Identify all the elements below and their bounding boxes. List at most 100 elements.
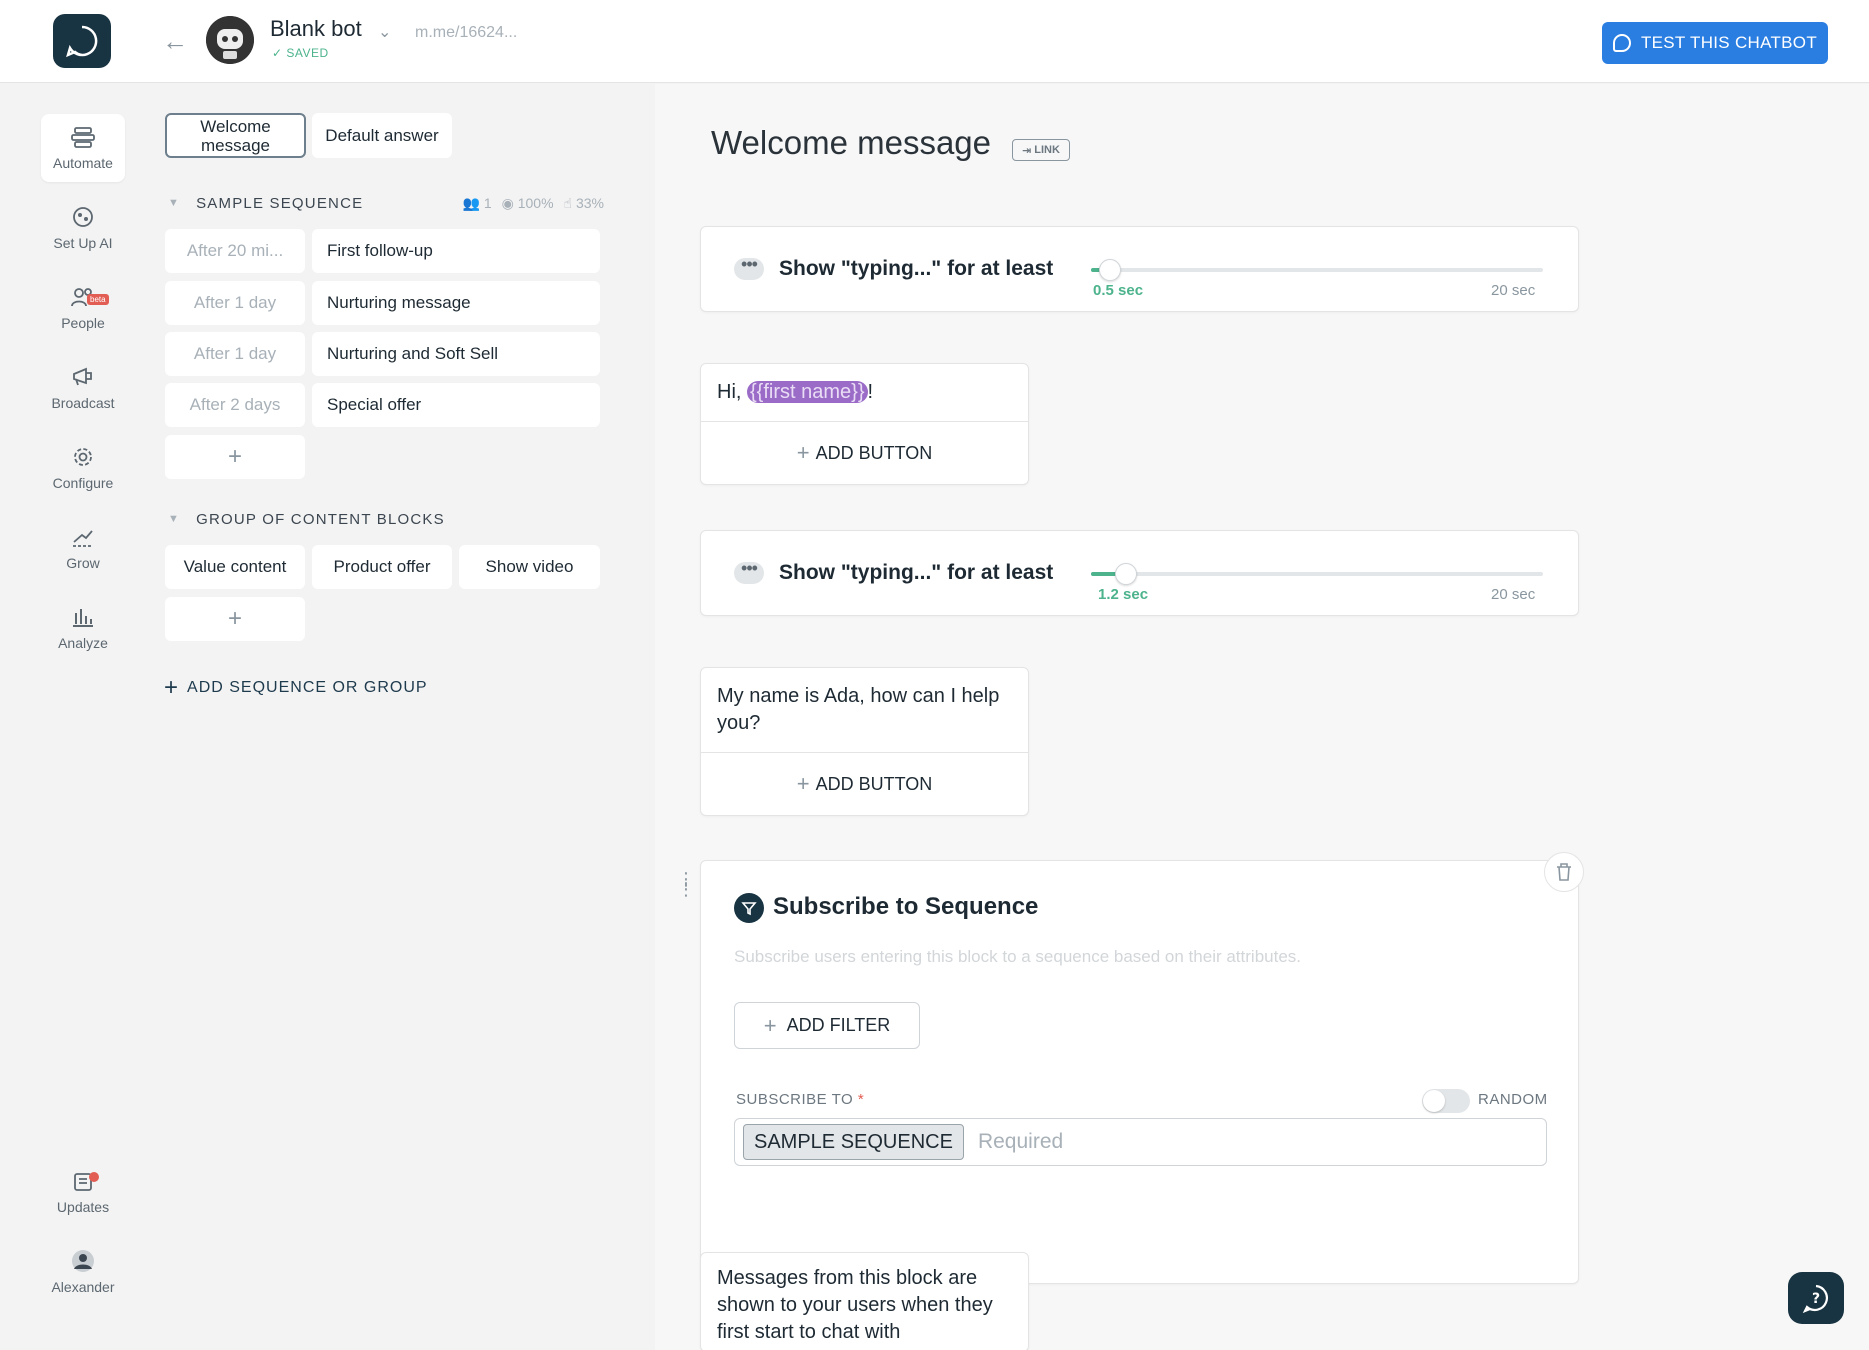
link-badge[interactable]: ⇥ LINK xyxy=(1012,139,1070,161)
sequence-delay[interactable]: After 2 days xyxy=(165,383,305,427)
group-block[interactable]: Show video xyxy=(459,545,600,589)
typing-delay-card: ••• Show "typing..." for at least 0.5 se… xyxy=(700,226,1579,312)
text-message-card: Hi, {{first name}}! + ADD BUTTON xyxy=(700,363,1029,485)
collapse-triangle-icon[interactable]: ▼ xyxy=(168,513,180,525)
slider-handle[interactable] xyxy=(1115,563,1138,585)
typing-label: Show "typing..." for at least xyxy=(779,257,1054,280)
slider-value: 0.5 sec xyxy=(1093,282,1144,299)
users-icon: 👥 xyxy=(462,195,480,211)
plus-icon: + xyxy=(796,771,810,796)
nav-automate[interactable]: Automate xyxy=(41,114,125,182)
message-text[interactable]: Hi, {{first name}}! xyxy=(701,364,1028,422)
typing-delay-card: ••• Show "typing..." for at least 1.2 se… xyxy=(700,530,1579,616)
sample-sequence-header[interactable]: ▼ SAMPLE SEQUENCE 👥 1 ◉ 100% ☝ 33% xyxy=(164,190,604,216)
bot-name[interactable]: Blank bot xyxy=(270,16,362,42)
sequence-block[interactable]: Nurturing message xyxy=(312,281,600,325)
eye-icon: ◉ xyxy=(501,195,514,211)
nav-user-profile[interactable]: Alexander xyxy=(41,1238,125,1306)
info-text: Messages from this block are shown to yo… xyxy=(717,1267,993,1343)
block-editor: Welcome message ⇥ LINK ••• Show "typing..… xyxy=(655,84,1869,1350)
random-toggle[interactable] xyxy=(1422,1089,1470,1113)
typing-slider[interactable] xyxy=(1091,563,1543,585)
toggle-knob xyxy=(1423,1090,1445,1112)
link-icon: ⇥ xyxy=(1022,144,1032,157)
plus-icon: + xyxy=(164,674,180,701)
gear-icon xyxy=(74,448,92,466)
sequence-block[interactable]: Nurturing and Soft Sell xyxy=(312,332,600,376)
nav-analyze[interactable]: Analyze xyxy=(41,594,125,662)
help-chat-button[interactable]: ? xyxy=(1788,1272,1844,1324)
robot-icon xyxy=(206,16,254,64)
app-logo-icon[interactable] xyxy=(53,14,111,68)
sequence-select-input[interactable]: SAMPLE SEQUENCE Required xyxy=(734,1118,1547,1166)
typing-label: Show "typing..." for at least xyxy=(779,561,1054,584)
sequence-delay[interactable]: After 20 mi... xyxy=(165,229,305,273)
bar-chart-icon xyxy=(73,609,93,627)
chat-bubble-icon xyxy=(1612,34,1631,52)
growth-chart-icon xyxy=(73,530,93,547)
nav-setup-ai[interactable]: Set Up AI xyxy=(41,194,125,262)
automate-icon xyxy=(71,127,95,148)
avatar xyxy=(72,1250,94,1272)
trash-icon xyxy=(1557,863,1571,881)
sequence-delay[interactable]: After 1 day xyxy=(165,332,305,376)
nav-people[interactable]: beta People xyxy=(41,274,125,342)
group-block[interactable]: Value content xyxy=(165,545,305,589)
delete-card-button[interactable] xyxy=(1544,852,1584,892)
sequence-block[interactable]: Special offer xyxy=(312,383,600,427)
sequence-chip[interactable]: SAMPLE SEQUENCE xyxy=(743,1124,964,1160)
plus-icon: + xyxy=(796,440,810,465)
drag-handle-icon[interactable]: ⋮ ⋮ xyxy=(677,870,695,898)
typing-slider[interactable] xyxy=(1091,259,1543,281)
add-button-button[interactable]: + ADD BUTTON xyxy=(701,753,1028,815)
chevron-down-icon[interactable]: ⌄ xyxy=(378,22,391,42)
add-sequence-or-group-button[interactable]: + ADD SEQUENCE OR GROUP xyxy=(164,674,428,702)
nav-broadcast[interactable]: Broadcast xyxy=(41,354,125,422)
filter-icon xyxy=(734,893,764,923)
bot-link[interactable]: m.me/16624... xyxy=(415,24,517,42)
structure-panel: Welcome message Default answer ▼ SAMPLE … xyxy=(164,84,655,1350)
random-label: RANDOM xyxy=(1478,1091,1548,1108)
test-chatbot-button[interactable]: TEST THIS CHATBOT xyxy=(1602,22,1828,64)
message-text[interactable]: My name is Ada, how can I help you? xyxy=(701,668,1028,753)
subscribe-title: Subscribe to Sequence xyxy=(773,893,1039,920)
nav-updates[interactable]: Updates xyxy=(41,1158,125,1226)
slider-max: 20 sec xyxy=(1491,586,1536,603)
check-icon: ✓ xyxy=(272,46,283,60)
top-bar: ← Blank bot ⌄ ✓ SAVED m.me/16624... TEST… xyxy=(0,0,1869,83)
text-message-card: My name is Ada, how can I help you? + ADD… xyxy=(700,667,1029,816)
megaphone-icon xyxy=(73,367,92,386)
add-filter-button[interactable]: + ADD FILTER xyxy=(734,1002,920,1049)
typing-dots-icon: ••• xyxy=(734,255,764,280)
sequence-block[interactable]: First follow-up xyxy=(312,229,600,273)
plus-icon: + xyxy=(763,1012,777,1038)
content-group-header[interactable]: ▼ GROUP OF CONTENT BLOCKS xyxy=(164,506,604,532)
subscribe-description: Subscribe users entering this block to a… xyxy=(734,947,1302,966)
help-icon: ? xyxy=(1802,1284,1828,1313)
group-block[interactable]: Product offer xyxy=(312,545,452,589)
required-placeholder: Required xyxy=(977,1130,1064,1153)
ai-brain-icon xyxy=(73,207,93,227)
click-hand-icon: ☝ xyxy=(563,195,573,211)
saved-status: ✓ SAVED xyxy=(272,46,329,60)
collapse-triangle-icon[interactable]: ▼ xyxy=(168,197,180,209)
left-nav: Automate Set Up AI beta People Broadcast… xyxy=(0,84,164,1350)
page-title: Welcome message xyxy=(711,124,992,161)
sequence-stats: 👥 1 ◉ 100% ☝ 33% xyxy=(462,195,605,211)
subscribe-to-label: SUBSCRIBE TO * xyxy=(736,1091,865,1108)
back-arrow-icon[interactable]: ← xyxy=(162,26,192,56)
add-button-button[interactable]: + ADD BUTTON xyxy=(701,422,1028,484)
variable-pill[interactable]: {{first name}} xyxy=(747,381,868,403)
notification-dot xyxy=(89,1172,99,1182)
add-sequence-block-button[interactable]: + xyxy=(165,435,305,479)
info-card: Messages from this block are shown to yo… xyxy=(700,1252,1029,1350)
slider-handle[interactable] xyxy=(1099,259,1122,281)
add-group-block-button[interactable]: + xyxy=(165,597,305,641)
slider-max: 20 sec xyxy=(1491,282,1536,299)
nav-grow[interactable]: Grow xyxy=(41,514,125,582)
bot-avatar[interactable] xyxy=(206,16,254,64)
nav-configure[interactable]: Configure xyxy=(41,434,125,502)
tab-welcome-message[interactable]: Welcome message xyxy=(165,113,306,158)
tab-default-answer[interactable]: Default answer xyxy=(312,113,452,158)
sequence-delay[interactable]: After 1 day xyxy=(165,281,305,325)
